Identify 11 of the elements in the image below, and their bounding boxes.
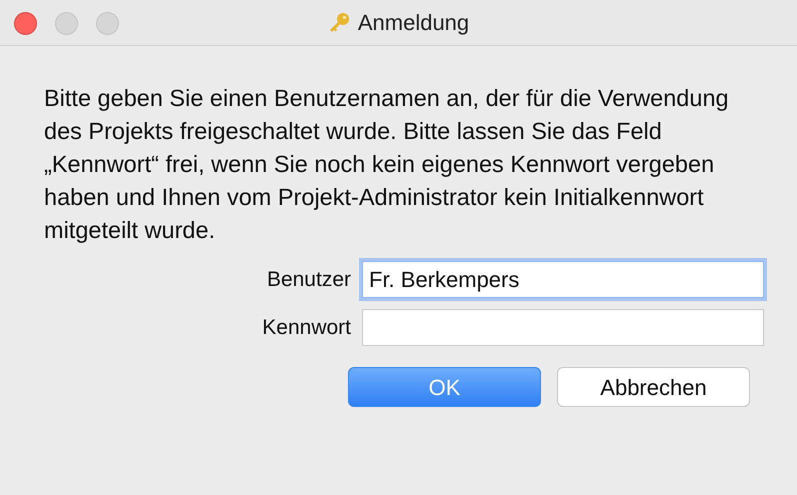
input-field[interactable] <box>362 309 764 346</box>
window-title: Anmeldung <box>358 9 470 37</box>
message-text: Bitte geben Sie einen Benutzernamen an, der für die Verwendung des Projekts freigeschaltet wurde. Bitte lassen Sie das Feld „Kennwort“ frei, wenn Sie noch kein eigenes Kennwort vergeben haben und Ihnen vom Projekt-Administrator kein Initialkennwort mitgeteilt wurde. <box>44 84 730 245</box>
close-button[interactable] <box>14 12 37 35</box>
key-icon <box>328 12 350 34</box>
minimize-button[interactable] <box>55 12 78 35</box>
zoom-button[interactable] <box>96 12 119 35</box>
input-field[interactable]: Fr. Berkempers <box>362 261 764 298</box>
field-label: Benutzer <box>266 266 351 293</box>
field-label: Kennwort <box>261 314 351 341</box>
cancel-button[interactable]: Abbrechen <box>557 367 750 407</box>
